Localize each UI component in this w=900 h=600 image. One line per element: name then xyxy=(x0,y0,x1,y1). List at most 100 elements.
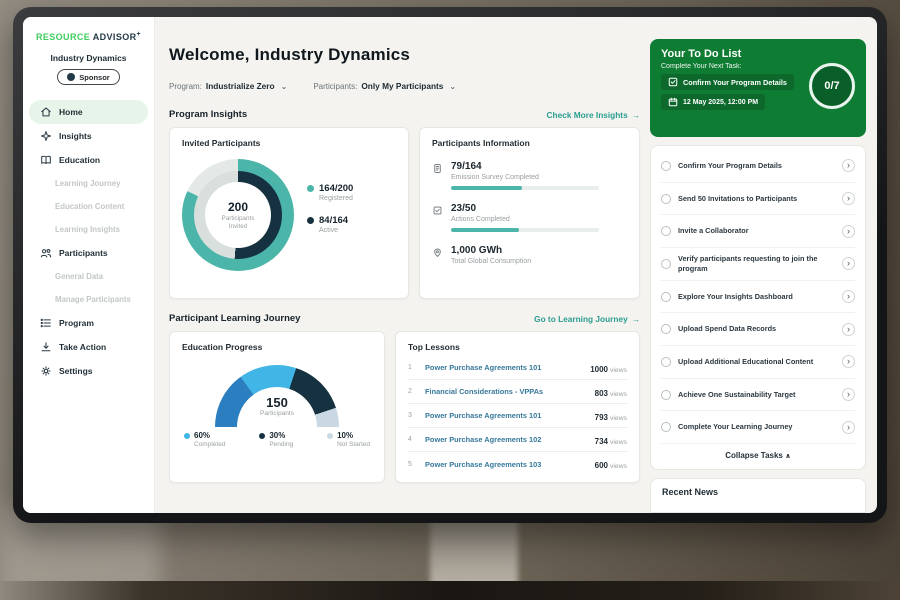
task-item[interactable]: Explore Your Insights Dashboard › xyxy=(661,281,855,314)
next-task[interactable]: Confirm Your Program Details xyxy=(661,74,794,90)
chevron-right-icon[interactable]: › xyxy=(842,388,855,401)
people-icon xyxy=(40,247,52,259)
sidebar-item-education-content[interactable]: Education Content xyxy=(23,195,154,218)
chevron-right-icon[interactable]: › xyxy=(842,159,855,172)
task-item[interactable]: Verify participants requesting to join t… xyxy=(661,248,855,281)
lesson-link[interactable]: Power Purchase Agreements 101 xyxy=(425,411,587,420)
gauge-center: 150 Participants xyxy=(182,395,372,417)
app-logo: RESOURCE ADVISOR+ xyxy=(23,31,154,42)
chevron-right-icon[interactable]: › xyxy=(842,421,855,434)
info-row: 23/50 Actions Completed xyxy=(432,203,627,232)
chevron-down-icon: ⌄ xyxy=(281,82,288,91)
task-checkbox[interactable] xyxy=(661,259,671,269)
progress-track xyxy=(451,186,599,190)
chevron-right-icon[interactable]: › xyxy=(842,257,855,270)
navy-dot-icon xyxy=(307,217,314,224)
progress-track xyxy=(451,228,599,232)
chevron-right-icon[interactable]: › xyxy=(842,323,855,336)
legend-item-active: 84/164 Active xyxy=(307,215,353,234)
lessons-list: 1 Power Purchase Agreements 101 1000view… xyxy=(408,356,627,476)
lesson-link[interactable]: Financial Considerations - VPPAs xyxy=(425,387,587,396)
todo-title: Your To Do List xyxy=(661,48,855,60)
invited-donut-inner: 200 Participants Invited xyxy=(194,171,282,259)
todo-progress-badge: 0/7 xyxy=(809,63,855,109)
invited-donut-chart: 200 Participants Invited xyxy=(182,159,294,271)
chevron-right-icon[interactable]: › xyxy=(842,290,855,303)
check-square-icon xyxy=(668,77,678,87)
gear-icon xyxy=(40,365,52,377)
learning-journey-header: Participant Learning Journey Go to Learn… xyxy=(169,313,640,324)
sidebar-item-participants[interactable]: Participants xyxy=(29,241,148,265)
sidebar-item-home[interactable]: Home xyxy=(29,100,148,124)
task-checkbox[interactable] xyxy=(661,390,671,400)
info-row: 79/164 Emission Survey Completed xyxy=(432,161,627,190)
lesson-link[interactable]: Power Purchase Agreements 102 xyxy=(425,435,587,444)
todo-summary-card: Your To Do List Complete Your Next Task:… xyxy=(650,39,866,137)
chevron-right-icon[interactable]: › xyxy=(842,225,855,238)
teal-dot-icon xyxy=(307,185,314,192)
sidebar-item-education[interactable]: Education xyxy=(29,148,148,172)
sponsor-badge[interactable]: Sponsor xyxy=(57,69,119,85)
list-icon xyxy=(40,317,52,329)
task-item[interactable]: Confirm Your Program Details › xyxy=(661,150,855,183)
check-square-icon xyxy=(432,205,443,216)
navy-dot-icon xyxy=(259,433,265,439)
chevron-right-icon[interactable]: › xyxy=(842,192,855,205)
sidebar-item-program[interactable]: Program xyxy=(29,311,148,335)
task-item[interactable]: Invite a Collaborator › xyxy=(661,215,855,248)
task-item[interactable]: Upload Spend Data Records › xyxy=(661,313,855,346)
card-title: Education Progress xyxy=(182,342,372,352)
participants-filter[interactable]: Participants: Only My Participants ⌄ xyxy=(313,81,456,91)
task-checkbox[interactable] xyxy=(661,161,671,171)
lesson-link[interactable]: Power Purchase Agreements 103 xyxy=(425,460,587,469)
download-icon xyxy=(40,341,52,353)
recent-news-header: Recent News xyxy=(650,478,866,513)
participants-information-card: Participants Information 79/164 Emission… xyxy=(419,127,640,299)
lesson-link[interactable]: Power Purchase Agreements 101 xyxy=(425,363,582,372)
org-name: Industry Dynamics xyxy=(23,53,154,63)
chevron-right-icon[interactable]: › xyxy=(842,355,855,368)
info-progress-fill xyxy=(451,228,519,232)
monitor-bezel: RESOURCE ADVISOR+ Industry Dynamics Spon… xyxy=(13,7,887,523)
sidebar-item-learning-journey[interactable]: Learning Journey xyxy=(23,172,154,195)
legend-item-completed: 60% Completed xyxy=(184,431,225,448)
legend-item-not-started: 10% Not Started xyxy=(327,431,370,448)
survey-icon xyxy=(432,163,443,174)
task-checkbox[interactable] xyxy=(661,324,671,334)
sidebar: RESOURCE ADVISOR+ Industry Dynamics Spon… xyxy=(23,17,155,513)
lesson-row: 2 Financial Considerations - VPPAs 803vi… xyxy=(408,380,627,404)
task-item[interactable]: Achieve One Sustainability Target › xyxy=(661,379,855,412)
task-checkbox[interactable] xyxy=(661,226,671,236)
task-checkbox[interactable] xyxy=(661,194,671,204)
info-progress-fill xyxy=(451,186,522,190)
arrow-right-icon: → xyxy=(632,314,640,324)
check-more-insights-link[interactable]: Check More Insights → xyxy=(547,110,640,120)
pale-dot-icon xyxy=(327,433,333,439)
task-checkbox[interactable] xyxy=(661,422,671,432)
gauge-legend: 60% Completed 30% Pending 10% Not Starte… xyxy=(182,431,372,448)
sidebar-item-insights[interactable]: Insights xyxy=(29,124,148,148)
sidebar-item-settings[interactable]: Settings xyxy=(29,359,148,383)
go-to-learning-journey-link[interactable]: Go to Learning Journey → xyxy=(534,314,640,324)
sidebar-item-manage-participants[interactable]: Manage Participants xyxy=(23,288,154,311)
filter-bar: Program: Industrialize Zero ⌄ Participan… xyxy=(169,81,456,91)
book-icon xyxy=(40,154,52,166)
task-checkbox[interactable] xyxy=(661,292,671,302)
program-filter[interactable]: Program: Industrialize Zero ⌄ xyxy=(169,81,287,91)
chevron-down-icon: ⌄ xyxy=(449,82,456,91)
blue-dot-icon xyxy=(184,433,190,439)
task-item[interactable]: Complete Your Learning Journey › xyxy=(661,411,855,444)
collapse-tasks-button[interactable]: Collapse Tasks ∧ xyxy=(661,444,855,465)
donut-center: 200 Participants Invited xyxy=(205,182,271,248)
sidebar-item-learning-insights[interactable]: Learning Insights xyxy=(23,218,154,241)
sidebar-item-general-data[interactable]: General Data xyxy=(23,265,154,288)
desk-edge xyxy=(0,581,900,600)
task-checkbox[interactable] xyxy=(661,357,671,367)
sidebar-item-take-action[interactable]: Take Action xyxy=(29,335,148,359)
due-date: 12 May 2025, 12:00 PM xyxy=(661,94,765,110)
task-item[interactable]: Upload Additional Educational Content › xyxy=(661,346,855,379)
task-item[interactable]: Send 50 Invitations to Participants › xyxy=(661,183,855,216)
main-content: Welcome, Industry Dynamics Program: Indu… xyxy=(155,17,654,513)
calendar-icon xyxy=(668,97,678,107)
todo-task-list: Confirm Your Program Details › Send 50 I… xyxy=(650,145,866,470)
